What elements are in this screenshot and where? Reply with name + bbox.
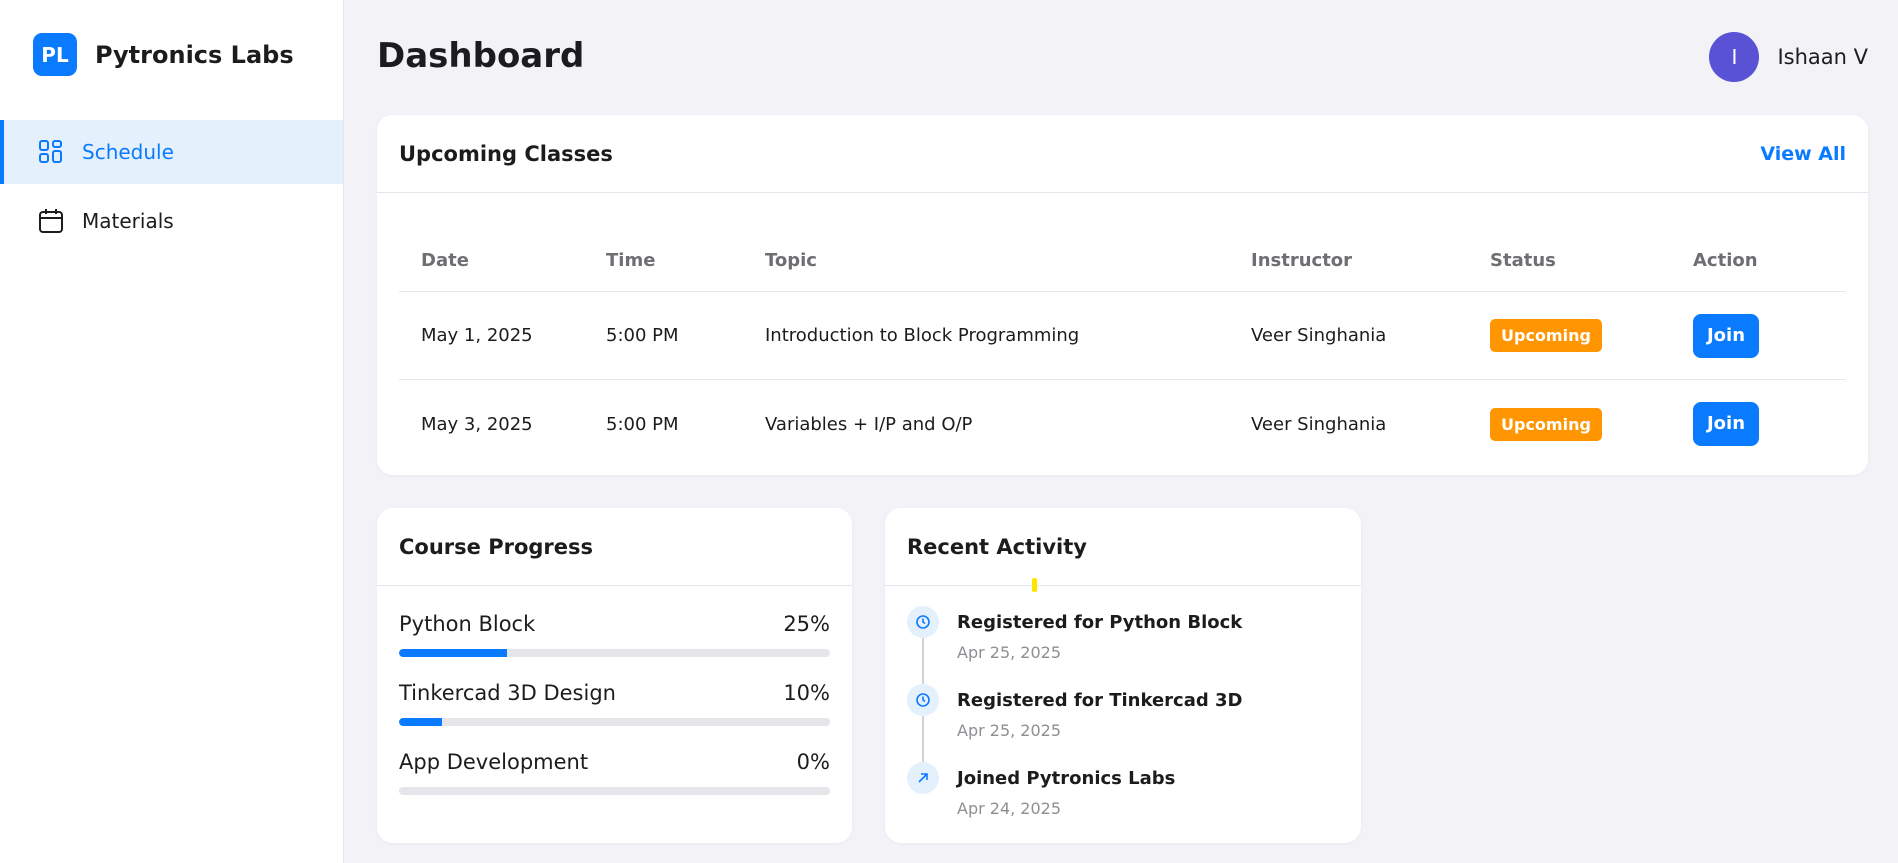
sidebar-item-label: Materials xyxy=(82,209,174,233)
class-topic: Variables + I/P and O/P xyxy=(765,413,973,435)
brand: PL Pytronics Labs xyxy=(33,33,294,76)
status-cell: Upcoming xyxy=(1490,407,1693,441)
timeline-connector xyxy=(922,716,924,762)
activity-item: Registered for Tinkercad 3D Apr 25, 2025 xyxy=(907,684,1337,762)
column-header: Status xyxy=(1490,250,1556,271)
action-cell: Join xyxy=(1693,313,1846,358)
brand-logo: PL xyxy=(33,33,77,76)
class-time: 5:00 PM xyxy=(606,325,679,346)
activity-title: Registered for Python Block xyxy=(957,612,1243,633)
card-header: Upcoming Classes View All xyxy=(377,115,1868,193)
activity-date: Apr 24, 2025 xyxy=(957,799,1062,818)
avatar[interactable]: I xyxy=(1709,32,1760,82)
column-header: Date xyxy=(421,250,469,271)
activity-date: Apr 25, 2025 xyxy=(957,721,1062,740)
course-name: Python Block xyxy=(399,612,536,636)
status-badge: Upcoming xyxy=(1490,407,1602,441)
class-instructor: Veer Singhania xyxy=(1251,413,1387,435)
class-date: May 3, 2025 xyxy=(421,413,533,435)
activity-date: Apr 25, 2025 xyxy=(957,643,1062,662)
activity-item: Joined Pytronics Labs Apr 24, 2025 xyxy=(907,762,1337,840)
activity-list: Registered for Python Block Apr 25, 2025… xyxy=(907,606,1337,840)
card-title: Upcoming Classes xyxy=(399,141,613,166)
class-time: 5:00 PM xyxy=(606,413,679,435)
card-header: Recent Activity xyxy=(885,508,1361,586)
sidebar: PL Pytronics Labs Schedule Materials xyxy=(0,0,344,863)
cursor-marker xyxy=(1032,578,1037,592)
user-name: Ishaan V xyxy=(1777,45,1868,69)
progress-fill xyxy=(399,649,507,657)
recent-activity-card: Recent Activity Registered for Python Bl… xyxy=(885,508,1361,843)
join-button[interactable]: Join xyxy=(1693,402,1759,446)
calendar-icon xyxy=(38,208,64,234)
card-title: Course Progress xyxy=(399,534,594,559)
course-percent: 0% xyxy=(796,750,830,774)
status-badge: Upcoming xyxy=(1490,319,1602,352)
grid-icon xyxy=(38,139,64,165)
course-percent: 25% xyxy=(783,612,830,636)
progress-item: App Development 0% xyxy=(399,750,830,795)
column-header: Action xyxy=(1693,250,1758,271)
column-header: Time xyxy=(606,250,656,271)
class-instructor: Veer Singhania xyxy=(1251,325,1387,346)
activity-item: Registered for Python Block Apr 25, 2025 xyxy=(907,606,1337,684)
classes-table: Date Time Topic Instructor Status Action… xyxy=(399,193,1846,468)
column-header: Topic xyxy=(765,250,817,271)
sidebar-nav: Schedule Materials xyxy=(0,120,343,258)
timeline-connector xyxy=(922,638,924,684)
page-title: Dashboard xyxy=(377,36,585,76)
progress-item: Python Block 25% xyxy=(399,612,830,657)
progress-list: Python Block 25% Tinkercad 3D Design 10%… xyxy=(377,586,852,795)
action-cell: Join xyxy=(1693,402,1846,446)
course-name: App Development xyxy=(399,750,589,774)
progress-fill xyxy=(399,718,443,726)
activity-title: Registered for Tinkercad 3D xyxy=(957,690,1243,711)
progress-track xyxy=(399,649,830,657)
progress-item: Tinkercad 3D Design 10% xyxy=(399,681,830,726)
course-percent: 10% xyxy=(783,681,830,705)
sidebar-item-schedule[interactable]: Schedule xyxy=(0,120,343,184)
clock-icon xyxy=(907,606,939,638)
user-menu[interactable]: I Ishaan V xyxy=(1709,32,1868,82)
column-header: Instructor xyxy=(1251,250,1353,271)
view-all-link[interactable]: View All xyxy=(1760,143,1846,165)
progress-track xyxy=(399,787,830,795)
course-name: Tinkercad 3D Design xyxy=(399,681,616,705)
upcoming-classes-card: Upcoming Classes View All Date Time Topi… xyxy=(377,115,1868,475)
card-header: Course Progress xyxy=(377,508,852,586)
sidebar-item-materials[interactable]: Materials xyxy=(0,189,343,253)
sidebar-item-label: Schedule xyxy=(82,140,174,164)
class-topic: Introduction to Block Programming xyxy=(765,325,1080,346)
brand-name: Pytronics Labs xyxy=(95,40,294,69)
arrow-up-right-icon xyxy=(907,762,939,794)
progress-track xyxy=(399,718,830,726)
class-date: May 1, 2025 xyxy=(421,325,533,346)
join-button[interactable]: Join xyxy=(1693,313,1759,358)
card-title: Recent Activity xyxy=(907,534,1087,559)
activity-title: Joined Pytronics Labs xyxy=(957,768,1176,789)
clock-icon xyxy=(907,684,939,716)
course-progress-card: Course Progress Python Block 25% Tinkerc… xyxy=(377,508,852,843)
table-header: Date Time Topic Instructor Status Action xyxy=(399,193,1846,292)
table-row: May 3, 2025 5:00 PM Variables + I/P and … xyxy=(399,380,1846,468)
table-row: May 1, 2025 5:00 PM Introduction to Bloc… xyxy=(399,292,1846,380)
status-cell: Upcoming xyxy=(1490,319,1693,352)
